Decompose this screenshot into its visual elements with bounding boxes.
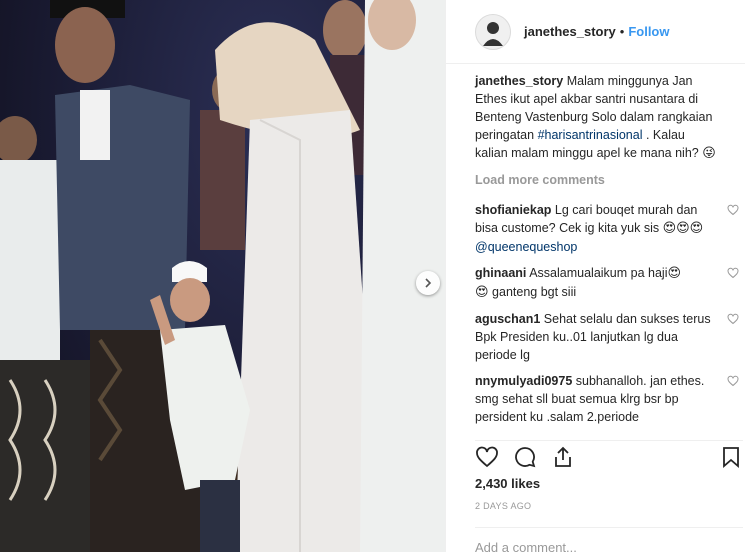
post-panel: janethes_story • Follow janethes_story M… — [445, 0, 745, 552]
follow-button[interactable]: Follow — [628, 24, 669, 39]
caption-username[interactable]: janethes_story — [475, 74, 563, 88]
photo-illustration — [0, 0, 445, 552]
add-comment-input[interactable] — [475, 540, 743, 552]
comment-item: aguschan1 Sehat selalu dan sukses terus … — [475, 310, 743, 364]
share-icon[interactable] — [551, 445, 575, 469]
next-photo-button[interactable] — [416, 271, 440, 295]
comment-bubble-icon[interactable] — [513, 445, 537, 469]
like-count[interactable]: 2,430 likes — [475, 476, 540, 491]
caption-hashtag[interactable]: #harisantrinasional — [538, 128, 643, 142]
like-comment-heart-icon[interactable] — [727, 267, 739, 279]
separator-dot: • — [619, 24, 625, 39]
comment-username[interactable]: shofianiekap — [475, 203, 551, 217]
comment-item: shofianiekap Lg cari bouqet murah dan bi… — [475, 201, 743, 256]
save-bookmark-icon[interactable] — [719, 445, 743, 469]
comment-item: nnymulyadi0975 subhanalloh. jan ethes. s… — [475, 372, 743, 426]
profile-picture-icon — [483, 21, 503, 46]
comment-text: Assalamualaikum pa haji — [529, 266, 668, 280]
comment-emojis: 😍😍😍 — [662, 221, 704, 236]
comment-mention[interactable]: @queenequeshop — [475, 240, 577, 254]
post-photo[interactable] — [0, 0, 445, 552]
post-timestamp: 2 DAYS AGO — [475, 501, 532, 511]
comment-item: ghinaani Assalamualaikum pa haji😍 😍 gant… — [475, 264, 743, 302]
comment-emoji-lead: 😍 — [475, 285, 489, 300]
comment-username[interactable]: nnymulyadi0975 — [475, 374, 572, 388]
comment-username[interactable]: ghinaani — [475, 266, 526, 280]
like-heart-icon[interactable] — [475, 445, 499, 469]
caption-emoji: 😜 — [702, 146, 716, 161]
like-comment-heart-icon[interactable] — [727, 375, 739, 387]
comment-emojis: 😍 — [667, 266, 682, 281]
chevron-right-icon — [425, 278, 432, 288]
avatar[interactable] — [475, 13, 511, 50]
like-comment-heart-icon[interactable] — [727, 204, 739, 216]
like-comment-heart-icon[interactable] — [727, 313, 739, 325]
caption: janethes_story Malam minggunya Jan Ethes… — [475, 72, 743, 163]
post-username[interactable]: janethes_story — [524, 24, 616, 39]
post-header: janethes_story • Follow — [446, 0, 745, 64]
add-comment-box — [475, 527, 743, 552]
post-actions — [475, 440, 743, 468]
load-more-comments-button[interactable]: Load more comments — [475, 171, 743, 189]
comment-username[interactable]: aguschan1 — [475, 312, 540, 326]
comment-text-2: ganteng bgt siii — [488, 285, 577, 299]
comments-section: janethes_story Malam minggunya Jan Ethes… — [475, 72, 743, 434]
